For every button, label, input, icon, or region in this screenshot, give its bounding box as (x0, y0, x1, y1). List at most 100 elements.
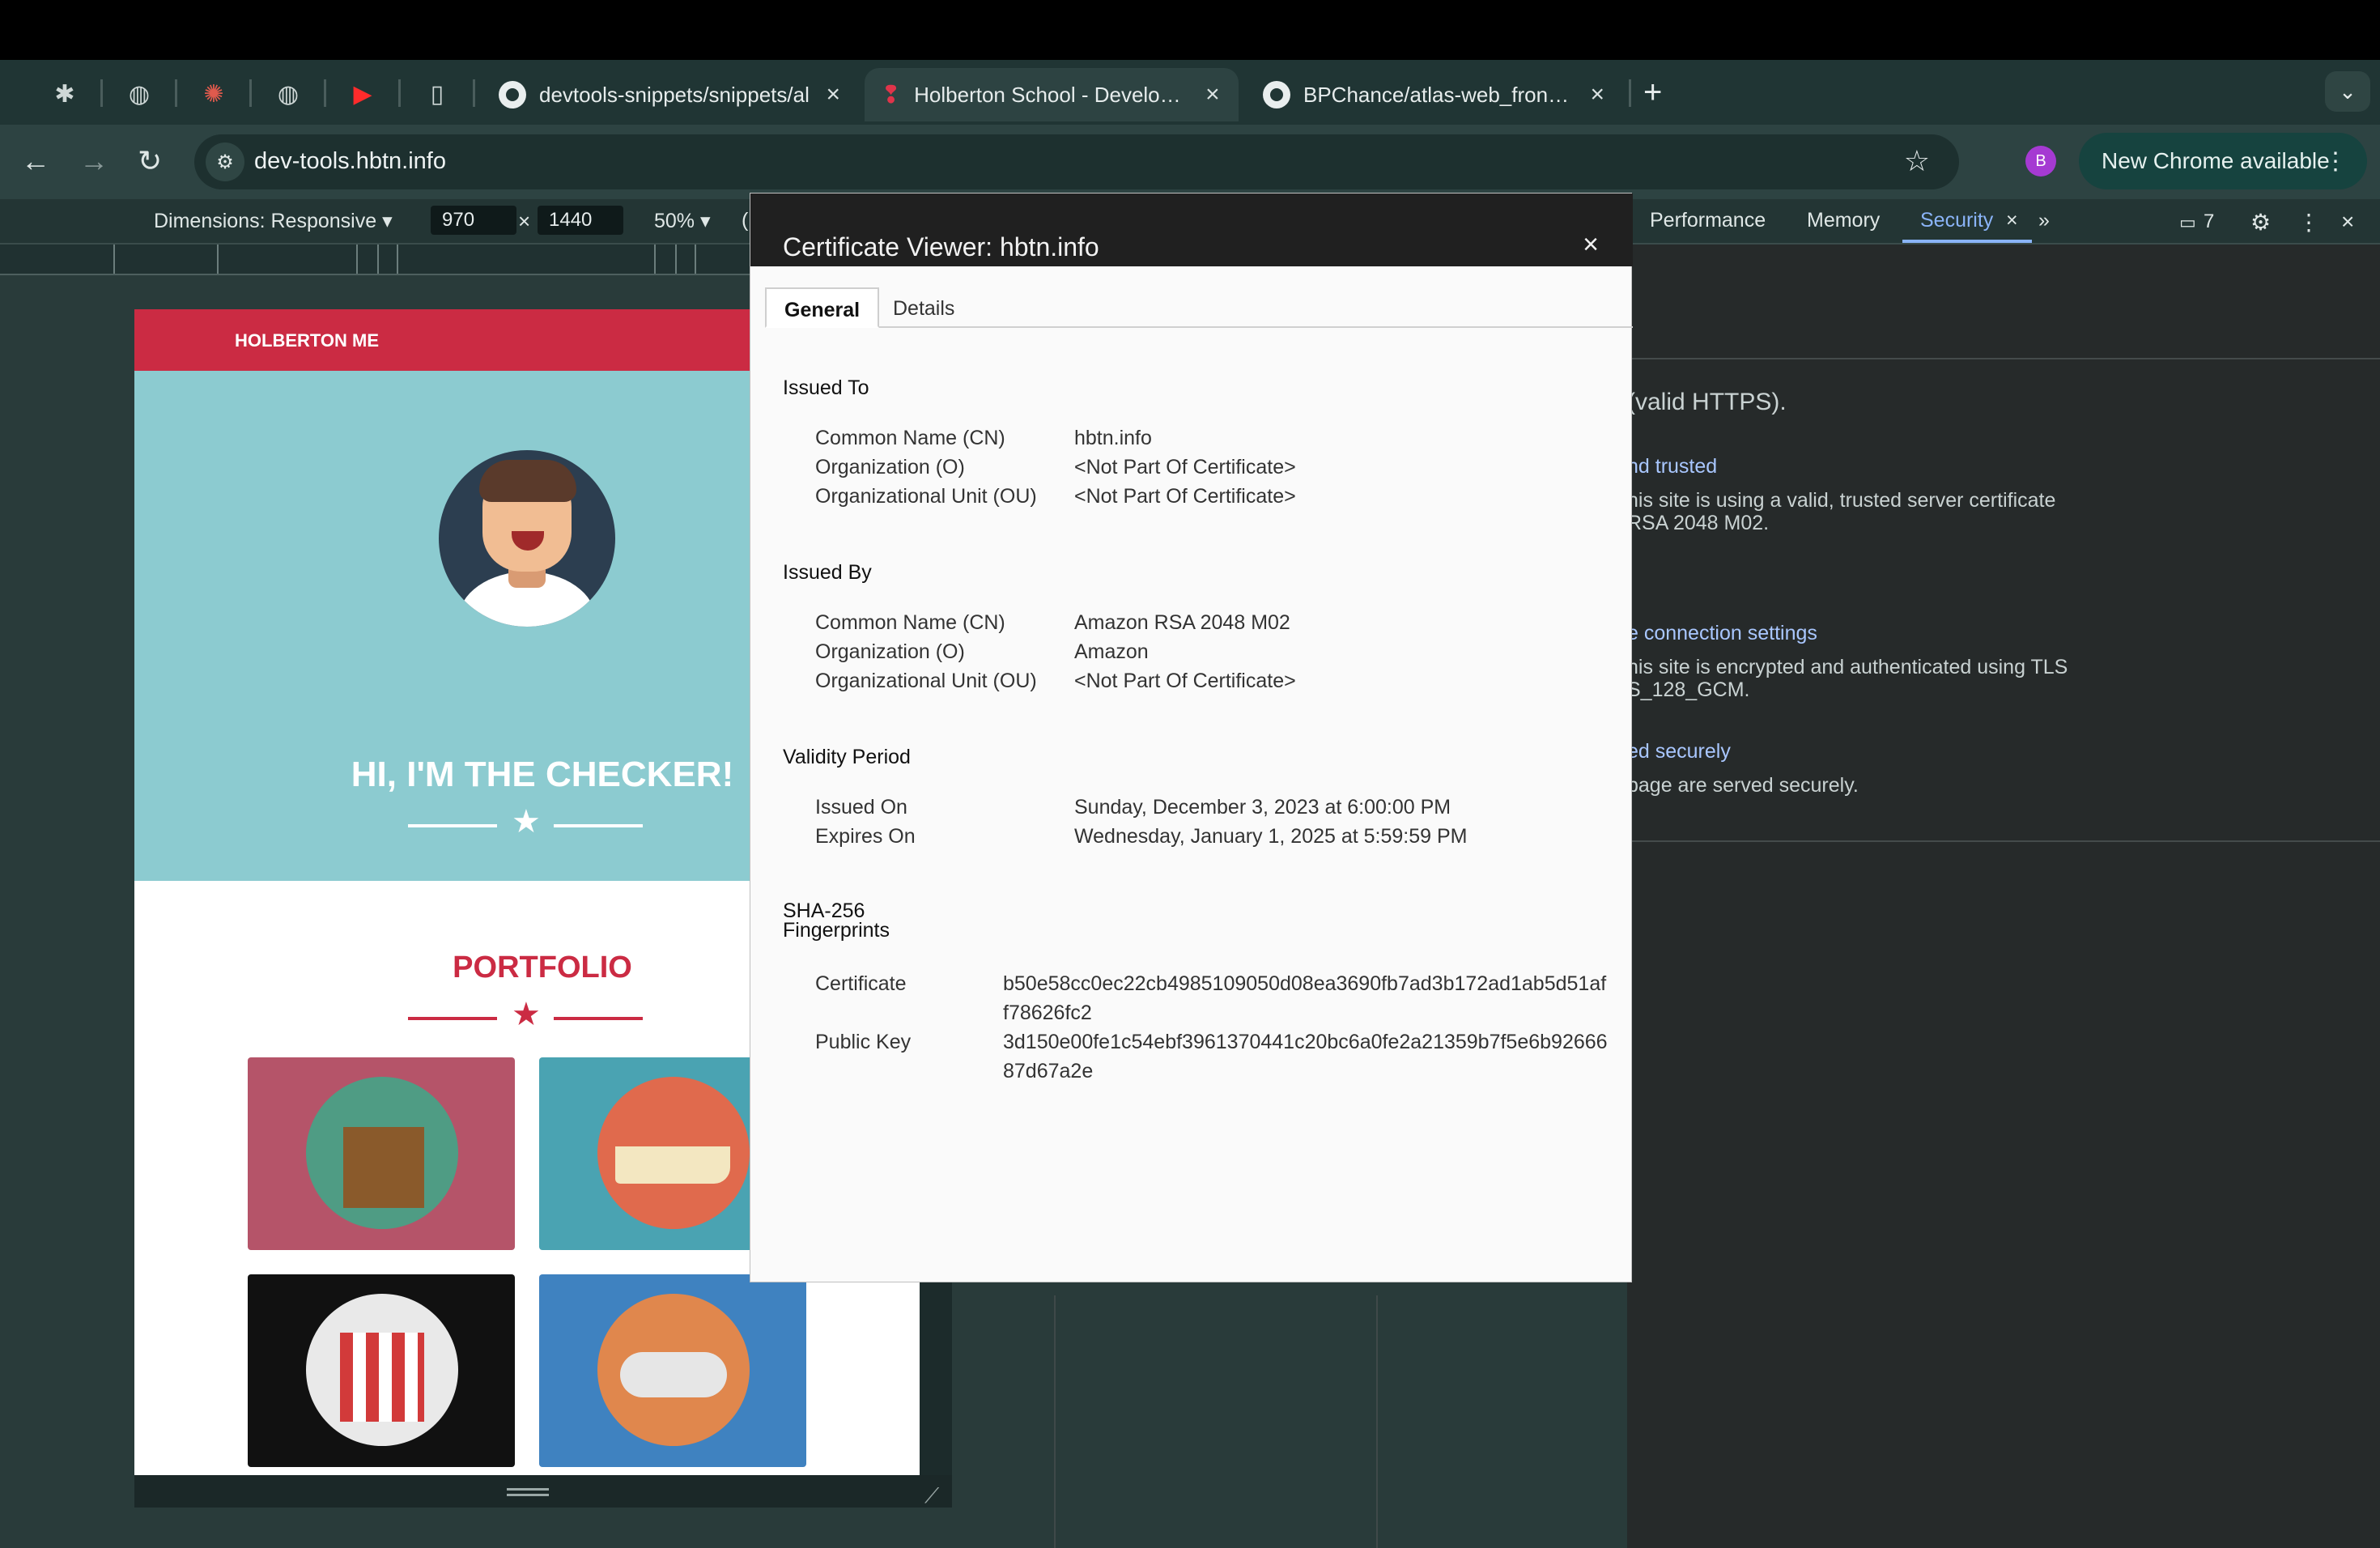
zoom-select[interactable]: 50% ▾ (654, 209, 711, 233)
tab-title: devtools-snippets/snippets/al (539, 82, 810, 107)
ruler-tick (675, 245, 677, 274)
controller-body (620, 1352, 727, 1397)
holberton-icon: ❢ (881, 81, 902, 108)
certificate-heading[interactable]: nd trusted (1627, 455, 1717, 478)
connection-heading[interactable]: e connection settings (1627, 622, 1817, 645)
browser-tab[interactable]: devtools-snippets/snippets/al × (482, 68, 856, 121)
field-label: Public Key (815, 1031, 912, 1053)
pane-divider (1054, 1295, 1056, 1548)
star-icon: ★ (512, 804, 541, 840)
dialog-header: Certificate Viewer: hbtn.info × (750, 194, 1633, 266)
bookmark-star-icon[interactable]: ☆ (1904, 144, 1930, 178)
hero-divider (408, 824, 497, 827)
portfolio-item-cabin[interactable] (248, 1057, 515, 1250)
width-input[interactable]: 970 (431, 206, 516, 235)
devtools-tab-bar: Performance Memory Security × » ▭ 7 ⚙ ⋮ … (1619, 199, 2380, 245)
tab-title: BPChance/atlas-web_front_e (1303, 82, 1575, 107)
tab-separator (473, 79, 475, 107)
portfolio-divider (408, 1017, 497, 1020)
ruler-tick (217, 245, 219, 274)
close-icon[interactable]: × (1583, 229, 1599, 261)
active-tab-indicator (1902, 240, 2032, 243)
youtube-icon[interactable]: ▶ (346, 78, 379, 110)
divider (1627, 358, 2380, 359)
more-tabs-icon[interactable]: » (2038, 209, 2050, 232)
hero-divider (554, 824, 643, 827)
profile-avatar[interactable]: B (2025, 146, 2056, 176)
close-tab-icon[interactable]: × (826, 81, 840, 108)
close-tab-icon[interactable]: × (1205, 81, 1220, 108)
field-value: Sunday, December 3, 2023 at 6:00:00 PM (1074, 796, 1451, 819)
tab-separator (324, 79, 326, 107)
field-value: Amazon RSA 2048 M02 (1074, 611, 1290, 634)
globe-icon[interactable]: ◍ (123, 78, 155, 110)
forward-icon[interactable]: → (79, 144, 108, 178)
security-summary: (valid HTTPS). (1627, 389, 1787, 415)
field-label: Organizational Unit (OU) (815, 485, 1037, 508)
new-chrome-button[interactable]: New Chrome available ⋮ (2079, 133, 2367, 189)
ruler-tick (654, 245, 656, 274)
ruler-tick (695, 245, 696, 274)
connection-text: S_128_GCM. (1627, 678, 1750, 701)
resources-text: page are served securely. (1627, 774, 1859, 797)
resize-corner-icon[interactable]: ⟋ (924, 1483, 939, 1509)
holberton-pinned-icon[interactable]: ✺ (198, 78, 230, 110)
tab-separator (175, 79, 177, 107)
url-text[interactable]: dev-tools.hbtn.info (254, 148, 446, 175)
tab-security[interactable]: Security (1920, 209, 1993, 232)
field-label: Expires On (815, 825, 916, 848)
issues-icon[interactable]: ▭ (2179, 212, 2196, 233)
field-label: Organization (O) (815, 640, 965, 663)
throttle-select[interactable]: ( (742, 209, 748, 232)
tab-performance[interactable]: Performance (1650, 209, 1766, 232)
globe-icon[interactable]: ◍ (272, 78, 304, 110)
tab-general[interactable]: General (765, 287, 880, 328)
security-panel: (valid HTTPS). nd trusted his site is us… (1627, 245, 2380, 1548)
resize-handle[interactable] (507, 1488, 549, 1496)
settings-gear-icon[interactable]: ⚙ (2250, 209, 2271, 236)
portfolio-item-game[interactable] (539, 1274, 806, 1467)
more-vert-icon[interactable]: ⋮ (2323, 147, 2348, 176)
pane-divider (1376, 1295, 1378, 1548)
address-bar[interactable]: ⚙ dev-tools.hbtn.info ☆ (194, 134, 1959, 189)
new-tab-button[interactable]: + (1643, 74, 1662, 111)
issues-count[interactable]: 7 (2204, 211, 2214, 233)
reload-icon[interactable]: ↻ (138, 144, 162, 178)
certificate-viewer-dialog: Certificate Viewer: hbtn.info × General … (750, 193, 1633, 1282)
tab-details[interactable]: Details (875, 287, 972, 328)
star-icon: ★ (512, 997, 541, 1032)
height-input[interactable]: 1440 (538, 206, 623, 235)
field-value: <Not Part Of Certificate> (1074, 456, 1296, 478)
portfolio-item-circus[interactable] (248, 1274, 515, 1467)
tab-memory[interactable]: Memory (1807, 209, 1880, 232)
github-icon (1263, 81, 1290, 108)
dialog-title: Certificate Viewer: hbtn.info (783, 232, 1099, 262)
section-heading: Issued By (783, 561, 872, 584)
cake-slice (615, 1146, 730, 1184)
close-devtools-icon[interactable]: × (2341, 209, 2354, 235)
github-icon (499, 81, 526, 108)
close-tab-icon[interactable]: × (1590, 81, 1604, 108)
tab-separator (398, 79, 401, 107)
site-settings-icon[interactable]: ⚙ (206, 142, 244, 181)
field-value: <Not Part Of Certificate> (1074, 670, 1296, 692)
field-label: Organization (O) (815, 456, 965, 478)
browser-tab[interactable]: BPChance/atlas-web_front_e × (1247, 68, 1621, 121)
book-icon[interactable]: ▯ (421, 78, 453, 110)
section-heading: Issued To (783, 376, 869, 399)
resources-heading[interactable]: ed securely (1627, 740, 1731, 763)
dialog-tabs: General Details (765, 287, 1633, 328)
field-label: Organizational Unit (OU) (815, 670, 1037, 692)
tab-search-button[interactable]: ⌄ (2325, 71, 2370, 112)
dimensions-select[interactable]: Dimensions: Responsive ▾ (154, 209, 393, 233)
more-vert-icon[interactable]: ⋮ (2297, 209, 2320, 236)
tent-stripes (340, 1333, 424, 1422)
cabin-body (343, 1127, 424, 1208)
slack-icon[interactable]: ✱ (49, 78, 81, 110)
divider (1627, 840, 2380, 842)
browser-tab-active[interactable]: ❢ Holberton School - Developer × (865, 68, 1239, 121)
close-tab-icon[interactable]: × (2006, 209, 2018, 232)
site-brand[interactable]: HOLBERTON ME (235, 330, 379, 351)
screen-top-bar (0, 0, 2380, 60)
back-icon[interactable]: ← (21, 144, 50, 178)
